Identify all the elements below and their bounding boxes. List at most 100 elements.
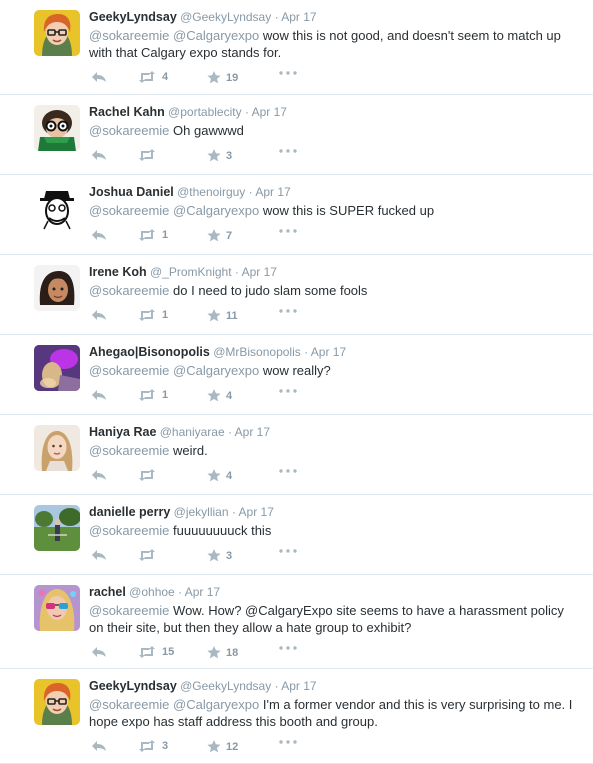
user-handle[interactable]: @thenoirguy — [174, 185, 245, 199]
more-button[interactable] — [279, 389, 297, 393]
more-button[interactable] — [279, 71, 297, 75]
favorite-button[interactable]: 3 — [207, 149, 232, 162]
mention-link[interactable]: @sokareemie — [89, 523, 169, 538]
avatar[interactable] — [34, 185, 80, 231]
mention-link[interactable]: @sokareemie — [89, 123, 169, 138]
user-fullname[interactable]: rachel — [89, 585, 126, 599]
tweet-row[interactable]: Joshua Daniel @thenoirguy · Apr 17 @sokar… — [0, 175, 593, 255]
tweet-timestamp[interactable]: Apr 17 — [185, 585, 220, 599]
avatar[interactable] — [34, 10, 80, 56]
tweet-timestamp[interactable]: Apr 17 — [281, 679, 316, 693]
tweet-timestamp[interactable]: Apr 17 — [235, 425, 270, 439]
retweet-button[interactable] — [137, 469, 157, 481]
avatar[interactable] — [34, 265, 80, 311]
retweet-button[interactable]: 4 — [137, 71, 168, 83]
favorite-button[interactable]: 18 — [207, 646, 238, 659]
user-fullname[interactable]: Ahegao|Bisonopolis — [89, 345, 210, 359]
more-button[interactable] — [279, 549, 297, 553]
favorite-button[interactable]: 12 — [207, 740, 238, 753]
mention-link[interactable]: @Calgaryexpo — [173, 697, 259, 712]
user-fullname[interactable]: Rachel Kahn — [89, 105, 165, 119]
reply-button[interactable] — [91, 549, 107, 561]
mention-link[interactable]: @sokareemie — [89, 283, 169, 298]
mention-link[interactable]: @sokareemie — [89, 363, 169, 378]
tweet-row[interactable]: Haniya Rae @haniyarae · Apr 17 @sokareemi… — [0, 415, 593, 495]
avatar[interactable] — [34, 425, 80, 471]
user-handle[interactable]: @GeekyLyndsay — [177, 679, 271, 693]
retweet-button[interactable]: 1 — [137, 229, 168, 241]
avatar[interactable] — [34, 585, 80, 631]
reply-button[interactable] — [91, 469, 107, 481]
more-button[interactable] — [279, 229, 297, 233]
tweet-timestamp[interactable]: Apr 17 — [239, 505, 274, 519]
reply-button[interactable] — [91, 309, 107, 321]
tweet-row[interactable]: danielle perry @jekyllian · Apr 17 @sokar… — [0, 495, 593, 575]
reply-button[interactable] — [91, 389, 107, 401]
user-handle[interactable]: @portablecity — [165, 105, 242, 119]
tweet-row[interactable]: GeekyLyndsay @GeekyLyndsay · Apr 17 @soka… — [0, 0, 593, 95]
tweet-timestamp[interactable]: Apr 17 — [281, 10, 316, 24]
reply-button[interactable] — [91, 646, 107, 658]
reply-button[interactable] — [91, 71, 107, 83]
user-fullname[interactable]: GeekyLyndsay — [89, 679, 177, 693]
tweet-row[interactable]: rachel @ohhoe · Apr 17 @sokareemie Wow. H… — [0, 575, 593, 669]
user-fullname[interactable]: danielle perry — [89, 505, 170, 519]
reply-button[interactable] — [91, 229, 107, 241]
more-button[interactable] — [279, 740, 297, 744]
retweet-button[interactable] — [137, 549, 157, 561]
favorite-button[interactable]: 7 — [207, 229, 232, 242]
user-handle[interactable]: @haniyarae — [156, 425, 225, 439]
favorite-button[interactable]: 11 — [207, 309, 238, 322]
tweet-row[interactable]: Irene Koh @_PromKnight · Apr 17 @sokareem… — [0, 255, 593, 335]
mention-link[interactable]: @Calgaryexpo — [173, 28, 259, 43]
tweet-timestamp[interactable]: Apr 17 — [311, 345, 346, 359]
user-handle[interactable]: @_PromKnight — [147, 265, 232, 279]
retweet-button[interactable]: 15 — [137, 646, 174, 658]
more-button[interactable] — [279, 149, 297, 153]
favorite-button[interactable]: 4 — [207, 469, 232, 482]
mention-link[interactable]: @sokareemie — [89, 697, 169, 712]
tweet-header: Ahegao|Bisonopolis @MrBisonopolis · Apr … — [89, 344, 575, 360]
more-button[interactable] — [279, 309, 297, 313]
retweet-button[interactable]: 1 — [137, 389, 168, 401]
favorite-button[interactable]: 19 — [207, 71, 238, 84]
reply-button[interactable] — [91, 740, 107, 752]
retweet-button[interactable]: 3 — [137, 740, 168, 752]
avatar[interactable] — [34, 679, 80, 725]
user-handle[interactable]: @ohhoe — [126, 585, 175, 599]
user-fullname[interactable]: Joshua Daniel — [89, 185, 174, 199]
user-fullname[interactable]: GeekyLyndsay — [89, 10, 177, 24]
retweet-button[interactable] — [137, 149, 157, 161]
reply-button[interactable] — [91, 149, 107, 161]
user-handle[interactable]: @GeekyLyndsay — [177, 10, 271, 24]
mention-link[interactable]: @sokareemie — [89, 443, 169, 458]
user-fullname[interactable]: Haniya Rae — [89, 425, 156, 439]
retweet-button[interactable]: 1 — [137, 309, 168, 321]
user-fullname[interactable]: Irene Koh — [89, 265, 147, 279]
tweet-row[interactable]: Ahegao|Bisonopolis @MrBisonopolis · Apr … — [0, 335, 593, 415]
mention-link[interactable]: @Calgaryexpo — [173, 203, 259, 218]
mention-link[interactable]: @sokareemie — [89, 28, 169, 43]
favorite-button[interactable]: 3 — [207, 549, 232, 562]
user-handle[interactable]: @jekyllian — [170, 505, 229, 519]
mention-link[interactable]: @sokareemie — [89, 603, 169, 618]
retweet-icon — [137, 740, 157, 752]
retweet-count: 1 — [162, 389, 169, 401]
avatar[interactable] — [34, 505, 80, 551]
tweet-content: danielle perry @jekyllian · Apr 17 @sokar… — [89, 504, 575, 569]
avatar[interactable] — [34, 105, 80, 151]
more-button[interactable] — [279, 469, 297, 473]
tweet-row[interactable]: GeekyLyndsay @GeekyLyndsay · Apr 17 @soka… — [0, 669, 593, 764]
retweet-icon — [137, 389, 157, 401]
tweet-timestamp[interactable]: Apr 17 — [252, 105, 287, 119]
more-button[interactable] — [279, 646, 297, 650]
mention-link[interactable]: @sokareemie — [89, 203, 169, 218]
tweet-timestamp[interactable]: Apr 17 — [255, 185, 290, 199]
user-handle[interactable]: @MrBisonopolis — [210, 345, 301, 359]
tweet-row[interactable]: Rachel Kahn @portablecity · Apr 17 @sokar… — [0, 95, 593, 175]
avatar[interactable] — [34, 345, 80, 391]
mention-link[interactable]: @Calgaryexpo — [173, 363, 259, 378]
tweet-header: rachel @ohhoe · Apr 17 — [89, 584, 575, 600]
tweet-timestamp[interactable]: Apr 17 — [242, 265, 277, 279]
favorite-button[interactable]: 4 — [207, 389, 232, 402]
